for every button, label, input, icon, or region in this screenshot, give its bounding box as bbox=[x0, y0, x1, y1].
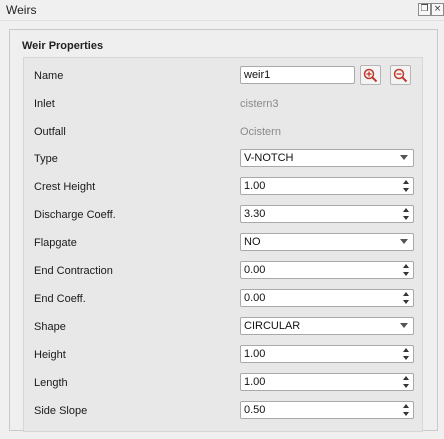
outfall-value: Ocistern bbox=[240, 126, 281, 138]
name-input[interactable] bbox=[244, 69, 344, 81]
row-end-contraction: End Contraction bbox=[24, 261, 422, 281]
side-slope-spinbox[interactable] bbox=[240, 401, 414, 419]
end-coeff-input[interactable] bbox=[244, 292, 344, 304]
end-contraction-label: End Contraction bbox=[34, 265, 113, 277]
inlet-label: Inlet bbox=[34, 98, 55, 110]
crest-height-spinbox[interactable] bbox=[240, 177, 414, 195]
zoom-in-icon bbox=[363, 68, 378, 83]
type-select[interactable]: V-NOTCH bbox=[240, 149, 414, 167]
chevron-down-icon bbox=[400, 323, 408, 328]
length-spinbox[interactable] bbox=[240, 373, 414, 391]
zoom-out-icon bbox=[393, 68, 408, 83]
side-slope-label: Side Slope bbox=[34, 405, 88, 417]
spin-down-icon[interactable] bbox=[403, 412, 409, 416]
title-bar: Weirs ❐ × bbox=[0, 0, 444, 21]
end-coeff-spinbox[interactable] bbox=[240, 289, 414, 307]
close-icon[interactable]: × bbox=[431, 3, 444, 16]
row-name: Name bbox=[24, 65, 422, 86]
spin-up-icon[interactable] bbox=[403, 376, 409, 380]
zoom-in-button[interactable] bbox=[360, 65, 381, 85]
zoom-out-button[interactable] bbox=[390, 65, 411, 85]
name-field[interactable] bbox=[240, 66, 355, 84]
flapgate-value: NO bbox=[244, 236, 261, 248]
row-inlet: Inlet cistern3 bbox=[24, 94, 422, 114]
side-slope-input[interactable] bbox=[244, 404, 344, 416]
name-label: Name bbox=[34, 70, 64, 82]
height-label: Height bbox=[34, 349, 66, 361]
crest-height-label: Crest Height bbox=[34, 181, 96, 193]
spin-down-icon[interactable] bbox=[403, 188, 409, 192]
shape-value: CIRCULAR bbox=[244, 320, 301, 332]
spin-buttons[interactable] bbox=[400, 290, 413, 306]
spin-down-icon[interactable] bbox=[403, 384, 409, 388]
spin-down-icon[interactable] bbox=[403, 300, 409, 304]
spin-up-icon[interactable] bbox=[403, 292, 409, 296]
row-flapgate: Flapgate NO bbox=[24, 233, 422, 253]
spin-buttons[interactable] bbox=[400, 374, 413, 390]
window-title: Weirs bbox=[6, 3, 37, 17]
row-crest-height: Crest Height bbox=[24, 177, 422, 197]
spin-down-icon[interactable] bbox=[403, 272, 409, 276]
properties-form: Name Inlet bbox=[23, 57, 423, 432]
spin-down-icon[interactable] bbox=[403, 216, 409, 220]
outfall-label: Outfall bbox=[34, 126, 66, 138]
discharge-coeff-spinbox[interactable] bbox=[240, 205, 414, 223]
discharge-coeff-label: Discharge Coeff. bbox=[34, 209, 116, 221]
inlet-value: cistern3 bbox=[240, 98, 279, 110]
spin-up-icon[interactable] bbox=[403, 404, 409, 408]
row-discharge-coeff: Discharge Coeff. bbox=[24, 205, 422, 225]
shape-select[interactable]: CIRCULAR bbox=[240, 317, 414, 335]
spin-up-icon[interactable] bbox=[403, 348, 409, 352]
spin-buttons[interactable] bbox=[400, 402, 413, 418]
float-icon[interactable]: ❐ bbox=[418, 3, 431, 16]
row-length: Length bbox=[24, 373, 422, 393]
shape-label: Shape bbox=[34, 321, 66, 333]
discharge-coeff-input[interactable] bbox=[244, 208, 344, 220]
spin-buttons[interactable] bbox=[400, 206, 413, 222]
row-height: Height bbox=[24, 345, 422, 365]
type-value: V-NOTCH bbox=[244, 152, 294, 164]
spin-up-icon[interactable] bbox=[403, 264, 409, 268]
flapgate-select[interactable]: NO bbox=[240, 233, 414, 251]
crest-height-input[interactable] bbox=[244, 180, 344, 192]
weir-properties-panel: Weir Properties Name weir1 Inlet cistern… bbox=[9, 29, 438, 432]
type-label: Type bbox=[34, 153, 58, 165]
panel-title: Weir Properties bbox=[22, 40, 104, 52]
chevron-down-icon bbox=[400, 155, 408, 160]
row-end-coeff: End Coeff. bbox=[24, 289, 422, 309]
height-input[interactable] bbox=[244, 348, 344, 360]
height-spinbox[interactable] bbox=[240, 345, 414, 363]
length-label: Length bbox=[34, 377, 68, 389]
spin-up-icon[interactable] bbox=[403, 180, 409, 184]
spin-down-icon[interactable] bbox=[403, 356, 409, 360]
flapgate-label: Flapgate bbox=[34, 237, 77, 249]
spin-up-icon[interactable] bbox=[403, 208, 409, 212]
end-contraction-spinbox[interactable] bbox=[240, 261, 414, 279]
row-type: Type V-NOTCH bbox=[24, 149, 422, 169]
spin-buttons[interactable] bbox=[400, 346, 413, 362]
chevron-down-icon bbox=[400, 239, 408, 244]
end-contraction-input[interactable] bbox=[244, 264, 344, 276]
spin-buttons[interactable] bbox=[400, 262, 413, 278]
row-shape: Shape CIRCULAR bbox=[24, 317, 422, 337]
end-coeff-label: End Coeff. bbox=[34, 293, 86, 305]
row-outfall: Outfall Ocistern bbox=[24, 122, 422, 142]
length-input[interactable] bbox=[244, 376, 344, 388]
spin-buttons[interactable] bbox=[400, 178, 413, 194]
row-side-slope: Side Slope bbox=[24, 401, 422, 421]
